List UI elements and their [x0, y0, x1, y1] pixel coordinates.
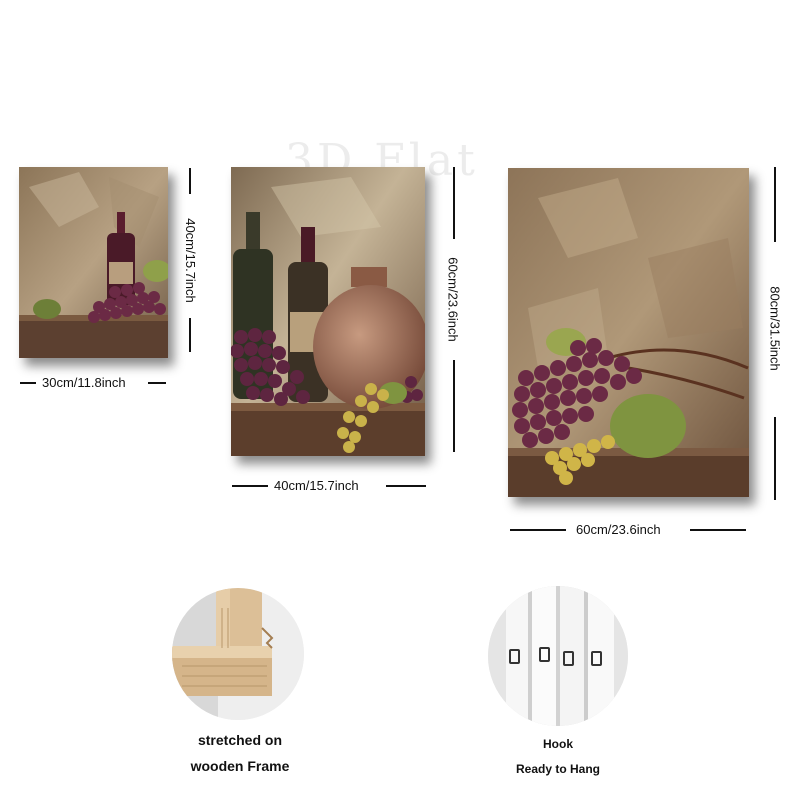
height-line-large-bottom	[774, 417, 776, 500]
painting-large	[508, 168, 749, 497]
hook-photo	[488, 586, 628, 726]
canvas-panel-medium	[231, 167, 425, 456]
width-line-small-right	[148, 382, 166, 384]
width-label-small: 30cm/11.8inch	[42, 375, 126, 390]
height-line-small-top	[189, 168, 191, 194]
width-label-medium: 40cm/15.7inch	[274, 478, 359, 493]
height-line-medium-top	[453, 167, 455, 239]
height-line-medium-bottom	[453, 360, 455, 452]
height-line-small-bottom	[189, 318, 191, 352]
width-line-medium-right	[386, 485, 426, 487]
wooden-frame-photo	[172, 588, 304, 720]
height-label-large: 80cm/31.5inch	[767, 286, 783, 371]
hook-caption-line2: Ready to Hang	[515, 762, 600, 776]
width-line-large-left	[510, 529, 566, 531]
height-line-large-top	[774, 167, 776, 242]
height-label-medium: 60cm/23.6inch	[445, 257, 461, 342]
hook-caption-line1: Hook	[543, 737, 573, 751]
wooden-frame-icon	[172, 588, 304, 720]
width-line-large-right	[690, 529, 746, 531]
width-line-small-left	[20, 382, 36, 384]
hook-icon	[488, 586, 628, 726]
canvas-panel-large	[508, 168, 749, 497]
width-label-large: 60cm/23.6inch	[576, 522, 661, 537]
painting-medium	[231, 167, 425, 456]
frame-caption-line1: stretched on	[197, 732, 282, 748]
width-line-medium-left	[232, 485, 268, 487]
painting-small	[19, 167, 168, 358]
frame-caption-line2: wooden Frame	[190, 758, 290, 774]
canvas-panel-small	[19, 167, 168, 358]
height-label-small: 40cm/15.7inch	[183, 218, 198, 303]
